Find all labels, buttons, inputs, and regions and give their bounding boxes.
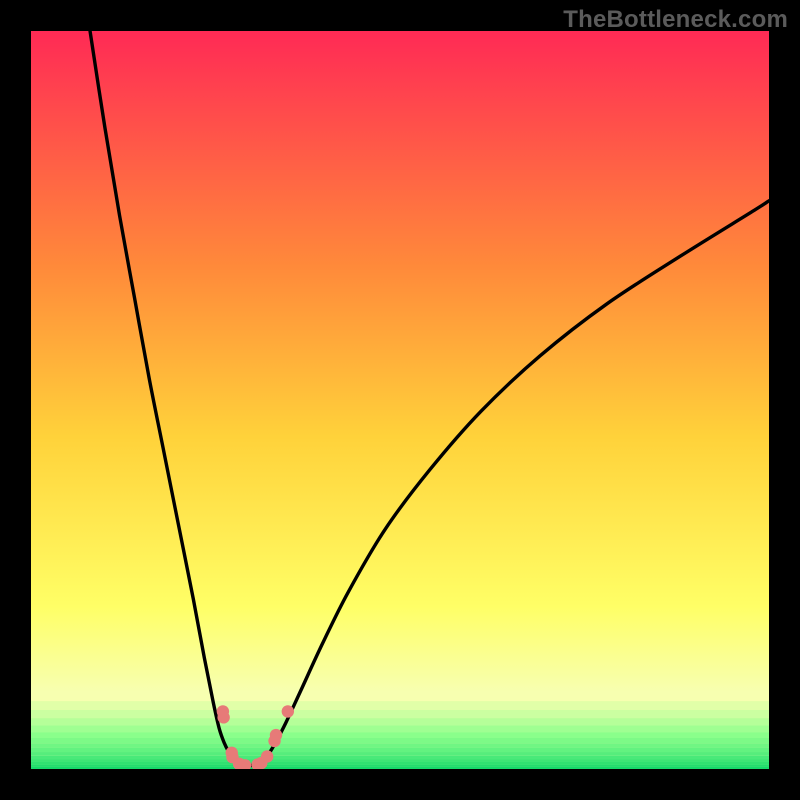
green-bands <box>31 692 769 769</box>
green-band <box>31 692 769 702</box>
data-dot <box>282 705 294 717</box>
gradient-background <box>31 31 769 769</box>
data-dot <box>261 750 273 762</box>
outer-frame: TheBottleneck.com <box>0 0 800 800</box>
green-band <box>31 765 769 767</box>
data-dot <box>217 711 229 723</box>
green-band <box>31 725 769 732</box>
chart-svg <box>31 31 769 769</box>
green-band <box>31 756 769 759</box>
green-band <box>31 701 769 710</box>
green-band <box>31 762 769 765</box>
watermark-text: TheBottleneck.com <box>563 6 788 34</box>
plot-area <box>31 31 769 769</box>
green-band <box>31 752 769 756</box>
green-floor <box>31 767 769 769</box>
green-band <box>31 732 769 738</box>
green-band <box>31 718 769 725</box>
green-band <box>31 743 769 747</box>
green-band <box>31 748 769 752</box>
green-band <box>31 710 769 718</box>
green-band <box>31 759 769 762</box>
green-band <box>31 738 769 743</box>
data-dot <box>270 729 282 741</box>
